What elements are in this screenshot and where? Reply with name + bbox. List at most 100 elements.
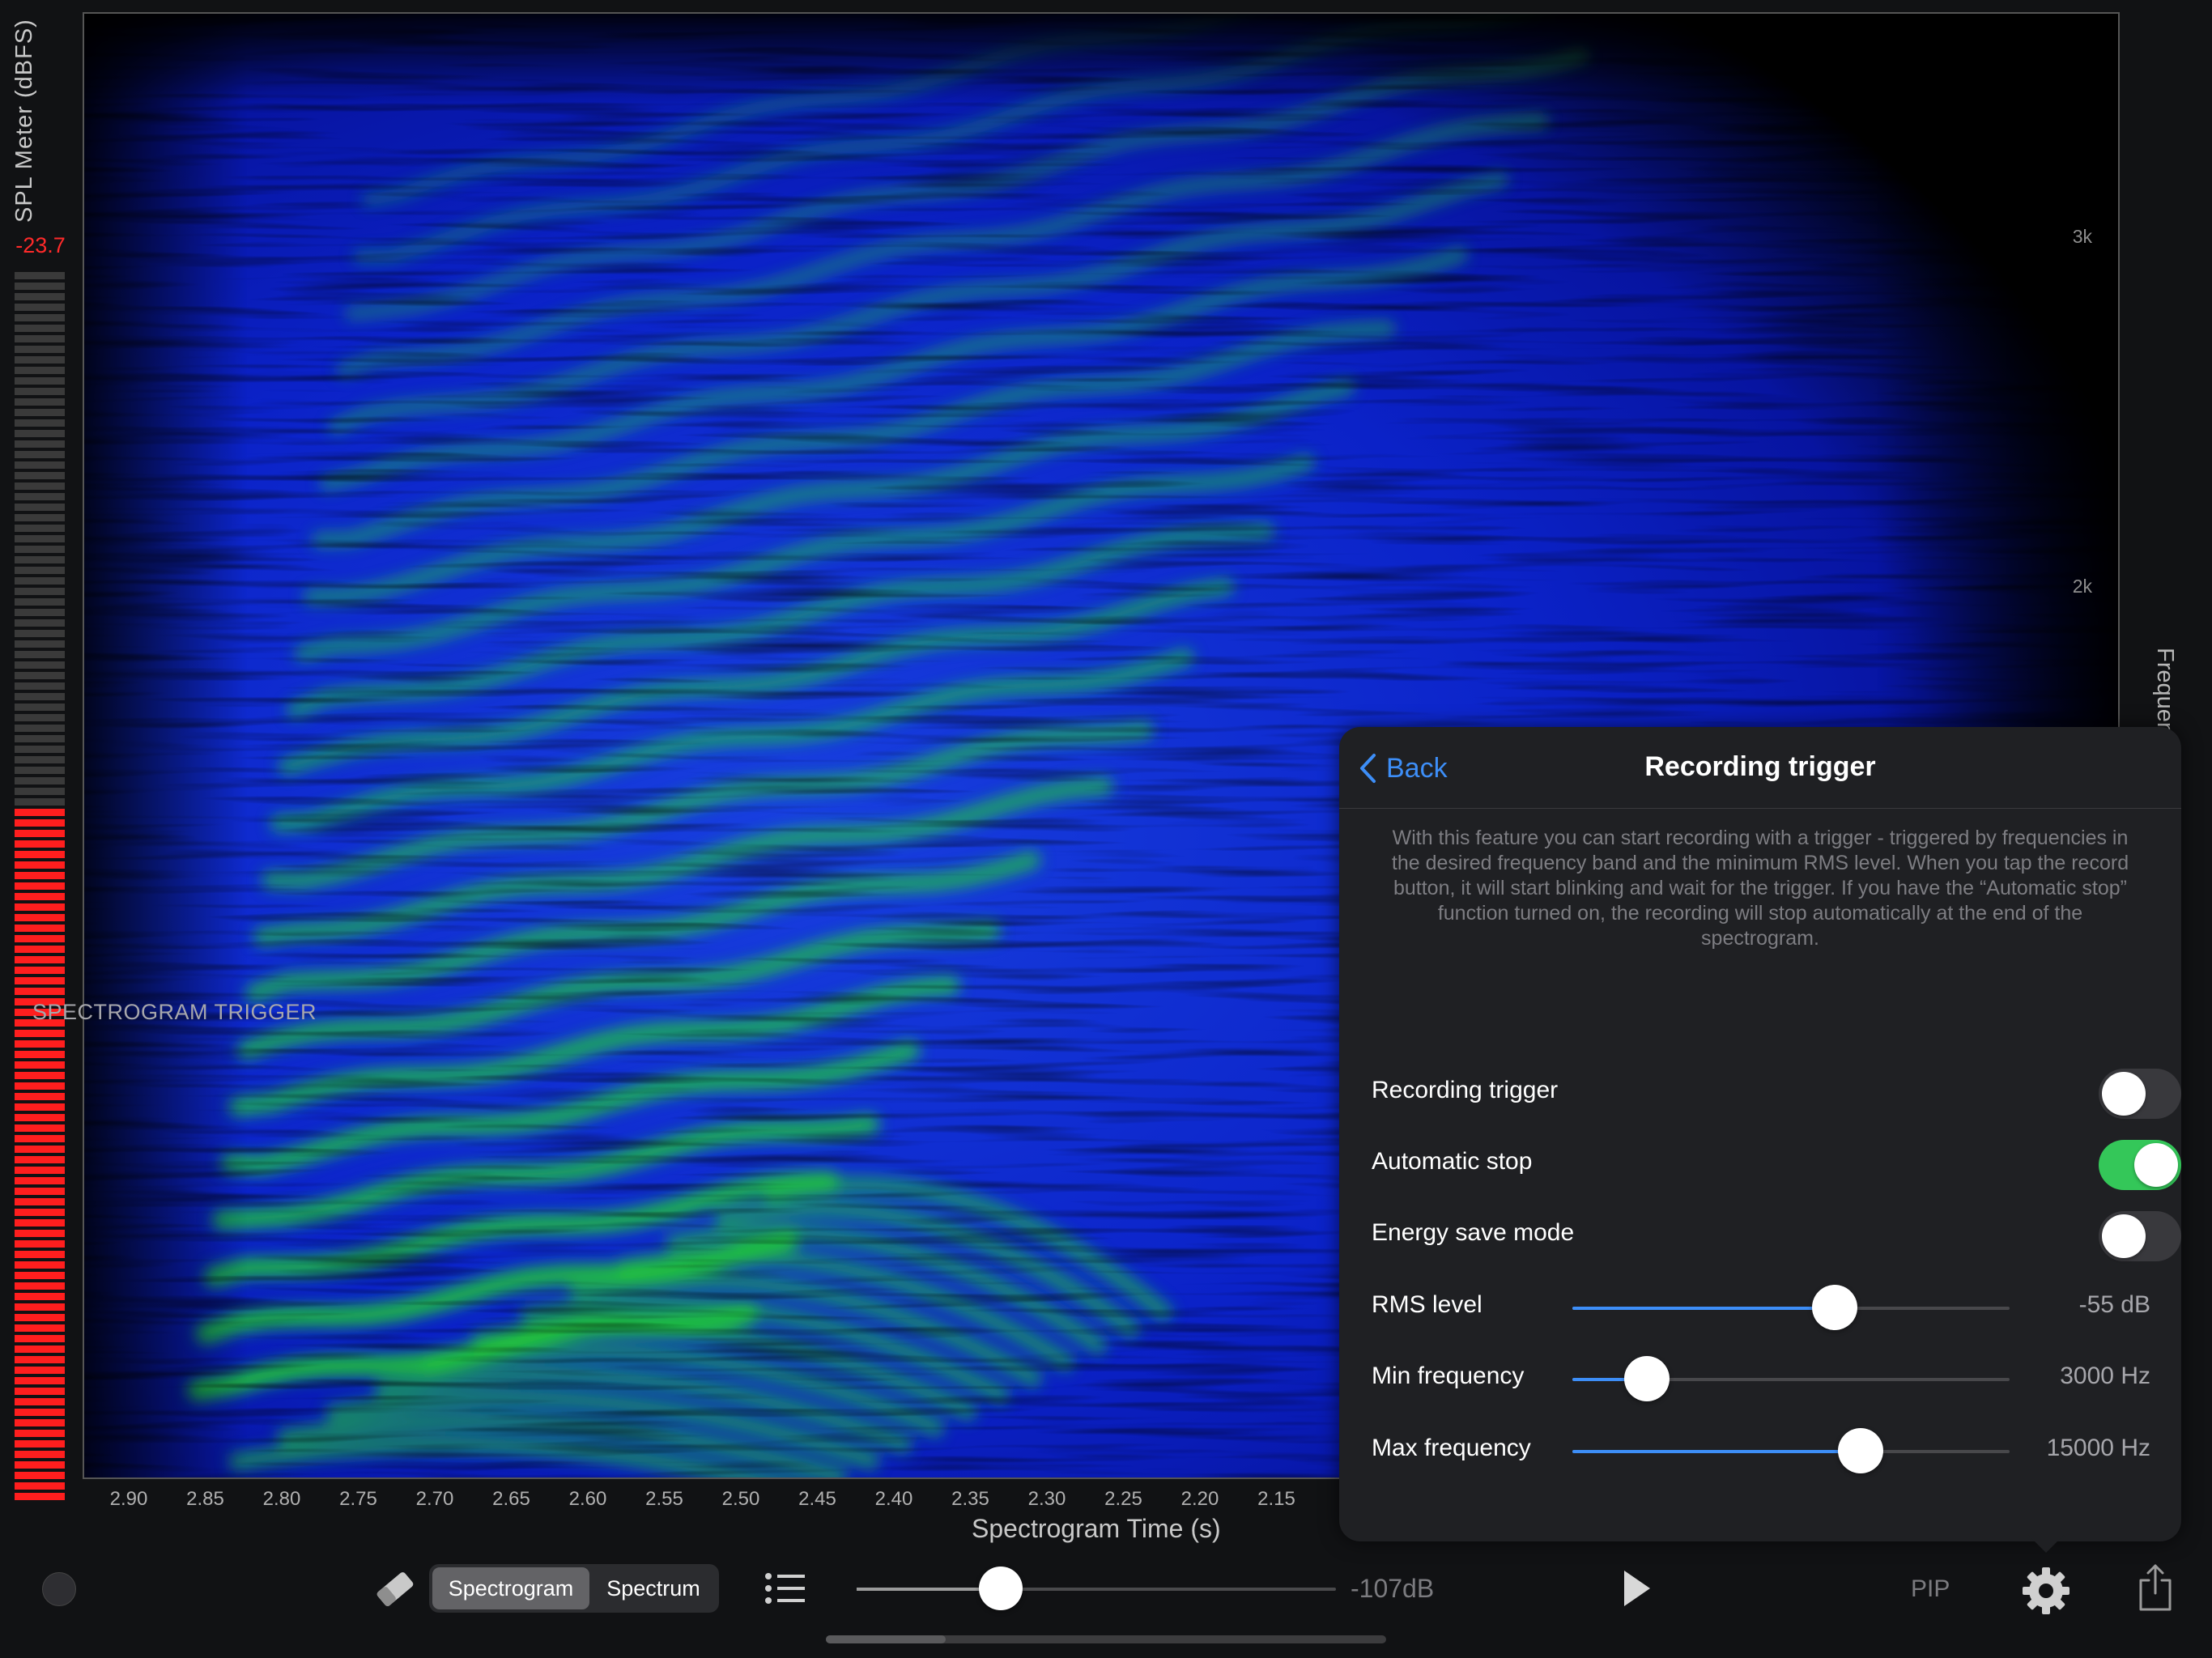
spl-meter-segment xyxy=(15,1103,65,1111)
spl-meter-segment xyxy=(15,525,65,532)
time-tick: 2.80 xyxy=(262,1488,301,1510)
rms-level-row: RMS level -55 dB xyxy=(1372,1283,2150,1332)
row-label: Automatic stop xyxy=(1372,1148,1533,1175)
slider-thumb[interactable] xyxy=(1812,1285,1857,1330)
slider-thumb[interactable] xyxy=(1838,1428,1884,1473)
spl-meter-segment xyxy=(15,977,65,984)
spl-meter-segment xyxy=(15,1472,65,1479)
spectrum-mode-button[interactable]: Spectrum xyxy=(591,1567,716,1609)
spl-meter-segment xyxy=(15,409,65,416)
spl-meter-segment xyxy=(15,872,65,879)
toggle-knob xyxy=(2134,1143,2178,1187)
spl-meter-segment xyxy=(15,672,65,679)
spl-meter-segment xyxy=(15,377,65,385)
row-label: Energy save mode xyxy=(1372,1219,1575,1246)
time-tick: 2.40 xyxy=(874,1488,913,1510)
gear-icon[interactable] xyxy=(2021,1566,2071,1620)
recording-trigger-toggle[interactable] xyxy=(2099,1069,2181,1119)
time-tick: 2.30 xyxy=(1027,1488,1066,1510)
toggle-knob xyxy=(2102,1072,2146,1116)
energy-save-mode-toggle[interactable] xyxy=(2099,1211,2181,1261)
popover-description: With this feature you can start recordin… xyxy=(1391,827,2129,950)
list-icon[interactable] xyxy=(764,1572,806,1609)
spl-meter-segment xyxy=(15,1114,65,1121)
spl-meter-segment xyxy=(15,1440,65,1448)
gain-slider[interactable] xyxy=(857,1567,1336,1610)
min-frequency-row: Min frequency 3000 Hz xyxy=(1372,1354,2150,1403)
spl-meter-segment xyxy=(15,461,65,469)
spl-meter-segment xyxy=(15,893,65,900)
spl-meter-segment xyxy=(15,1430,65,1437)
spl-meter-segment xyxy=(15,472,65,479)
spl-meter-segment xyxy=(15,861,65,869)
gain-value: -107dB xyxy=(1351,1574,1435,1603)
spl-meter-segment xyxy=(15,714,65,721)
spl-meter-segment xyxy=(15,746,65,753)
spl-meter-segment xyxy=(15,967,65,974)
spl-meter-segment xyxy=(15,1124,65,1132)
spl-meter-segment xyxy=(15,1367,65,1374)
spl-meter-segment xyxy=(15,588,65,595)
spl-meter-segment xyxy=(15,903,65,911)
spl-meter-segment xyxy=(15,1030,65,1037)
spl-meter-segment xyxy=(15,388,65,395)
pip-button[interactable]: PIP xyxy=(1911,1575,1950,1603)
spl-meter-bars xyxy=(15,272,65,1503)
spl-meter-segment xyxy=(15,840,65,848)
spl-meter-segment xyxy=(15,735,65,742)
spl-meter-segment xyxy=(15,1240,65,1248)
spl-meter-segment xyxy=(15,1051,65,1058)
min-frequency-slider[interactable] xyxy=(1572,1356,2010,1401)
share-icon[interactable] xyxy=(2138,1562,2173,1617)
spl-meter-segment xyxy=(15,925,65,932)
spl-meter-segment xyxy=(15,314,65,321)
home-indicator[interactable] xyxy=(826,1635,1386,1643)
time-tick: 2.70 xyxy=(415,1488,454,1510)
spl-meter-segment xyxy=(15,367,65,374)
spl-meter-segment xyxy=(15,293,65,300)
rms-level-slider[interactable] xyxy=(1572,1285,2010,1330)
spl-meter-segment xyxy=(15,598,65,606)
spl-meter-segment xyxy=(15,1324,65,1332)
spl-meter-segment xyxy=(15,493,65,500)
spl-meter-segment xyxy=(15,788,65,795)
spl-meter-segment xyxy=(15,640,65,648)
spl-meter-segment xyxy=(15,956,65,963)
slider-thumb[interactable] xyxy=(978,1567,1023,1610)
spl-meter-segment xyxy=(15,809,65,816)
spl-meter-segment xyxy=(15,1093,65,1100)
home-indicator-thumb xyxy=(826,1635,946,1643)
spl-meter-segment xyxy=(15,430,65,437)
spl-meter-segment xyxy=(15,1398,65,1405)
spl-meter-segment xyxy=(15,1219,65,1226)
max-frequency-slider[interactable] xyxy=(1572,1428,2010,1473)
popover-title: Recording trigger xyxy=(1644,751,1876,782)
spl-meter-segment xyxy=(15,935,65,942)
eraser-icon[interactable] xyxy=(372,1571,418,1612)
spl-meter-segment xyxy=(15,304,65,311)
max-frequency-value: 15000 Hz xyxy=(2046,1435,2150,1461)
spl-meter-segment xyxy=(15,946,65,953)
spl-meter-segment xyxy=(15,1272,65,1279)
spl-meter-segment xyxy=(15,1082,65,1090)
spl-meter-segment xyxy=(15,535,65,542)
spl-meter-segment xyxy=(15,851,65,858)
automatic-stop-toggle[interactable] xyxy=(2099,1140,2181,1190)
spl-meter-segment xyxy=(15,325,65,332)
spl-meter-segment xyxy=(15,756,65,763)
time-tick: 2.45 xyxy=(798,1488,836,1510)
min-frequency-value: 3000 Hz xyxy=(2060,1363,2150,1389)
spl-meter-segment xyxy=(15,514,65,521)
spl-meter-segment xyxy=(15,704,65,711)
spl-meter-title: SPL Meter (dBFS) xyxy=(11,19,37,223)
spectrogram-mode-button[interactable]: Spectrogram xyxy=(432,1567,589,1609)
spl-meter-segment xyxy=(15,798,65,806)
slider-thumb[interactable] xyxy=(1623,1356,1670,1401)
spl-meter-segment xyxy=(15,661,65,669)
spl-meter-segment xyxy=(15,1335,65,1342)
play-icon[interactable] xyxy=(1621,1567,1653,1613)
record-button[interactable] xyxy=(42,1572,76,1606)
spl-meter-segment xyxy=(15,630,65,637)
spl-meter-segment xyxy=(15,346,65,353)
spl-meter-segment xyxy=(15,1261,65,1269)
